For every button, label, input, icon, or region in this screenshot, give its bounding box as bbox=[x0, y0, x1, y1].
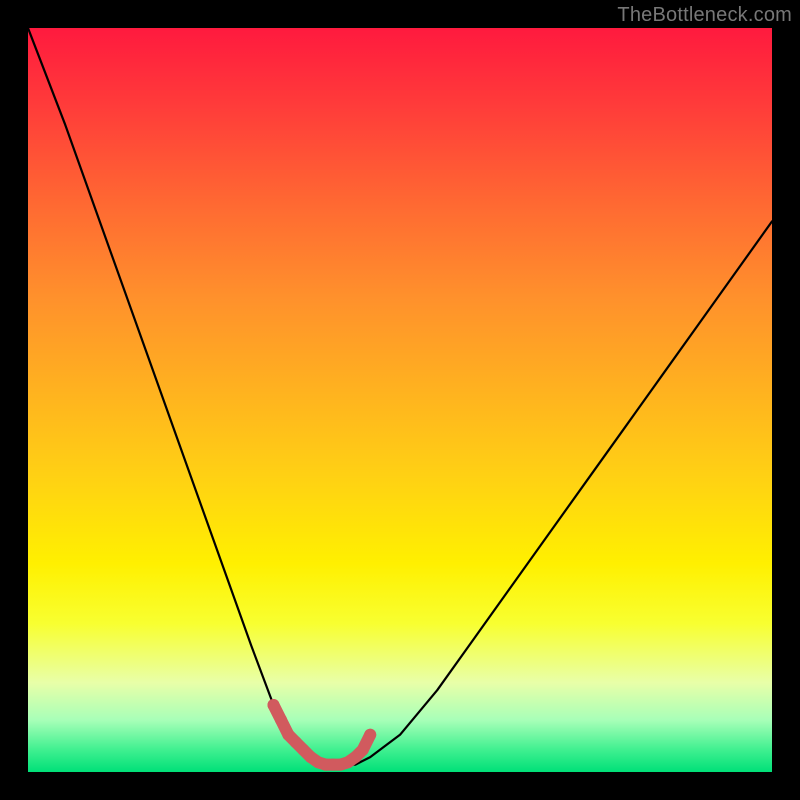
valley-marker-dot bbox=[364, 729, 376, 741]
watermark-text: TheBottleneck.com bbox=[617, 4, 792, 27]
valley-marker-dot bbox=[268, 699, 280, 711]
curve-layer bbox=[28, 28, 772, 772]
valley-marker-dot bbox=[275, 714, 287, 726]
valley-markers bbox=[268, 699, 377, 771]
bottleneck-curve bbox=[28, 28, 772, 765]
chart-frame: TheBottleneck.com bbox=[0, 0, 800, 800]
valley-marker-dot bbox=[357, 744, 369, 756]
plot-area bbox=[28, 28, 772, 772]
